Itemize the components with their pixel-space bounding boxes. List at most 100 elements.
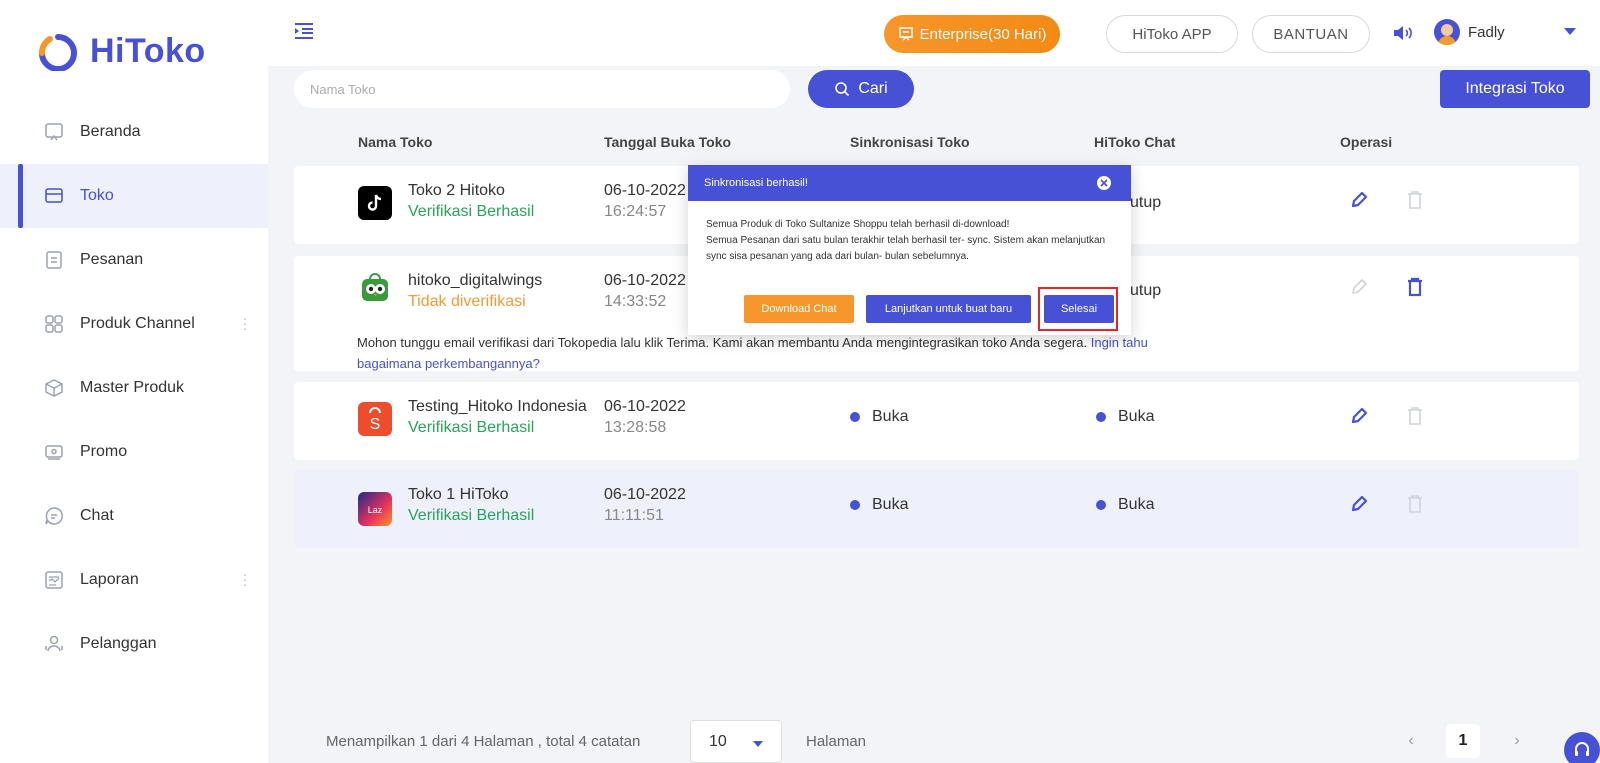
sidebar-item-master-produk[interactable]: Master Produk (0, 356, 268, 420)
verification-status: Verifikasi Berhasil (408, 203, 535, 220)
open-date: 06-10-2022 (604, 182, 686, 199)
store-name: Toko 1 HiToko (408, 486, 509, 503)
header-open-date: Tanggal Buka Toko (604, 134, 732, 150)
edit-icon[interactable] (1348, 189, 1370, 211)
delete-icon[interactable] (1404, 276, 1426, 298)
chat-label: Buka (1118, 496, 1155, 513)
sidebar-item-laporan[interactable]: Laporan ⋮ (0, 548, 268, 612)
topbar: Enterprise(30 Hari) HiToko APP BANTUAN F… (268, 0, 1600, 66)
hitoko-app-button[interactable]: HiToko APP (1106, 15, 1238, 53)
search-button[interactable]: Cari (808, 70, 914, 108)
tokopedia-logo-icon (358, 270, 392, 304)
lazada-logo-icon: Laz (358, 492, 392, 526)
chat-status: Buka (1096, 408, 1154, 426)
speaker-icon[interactable] (1392, 24, 1416, 42)
hitoko-logo[interactable]: HiToko (36, 32, 206, 71)
sync-label: Buka (872, 496, 909, 513)
page-size-select[interactable]: 10 (690, 720, 782, 763)
sidebar-item-label: Promo (80, 443, 128, 460)
page-number-button[interactable]: 1 (1446, 724, 1480, 758)
dialog-body: Semua Produk di Toko Sultanize Shoppu te… (688, 201, 1131, 265)
delete-icon (1404, 405, 1426, 427)
integrate-store-button[interactable]: Integrasi Toko (1440, 70, 1590, 108)
presentation-icon (898, 27, 913, 41)
logo-icon (38, 33, 77, 71)
sidebar-item-label: Pesanan (80, 251, 144, 268)
sidebar-item-beranda[interactable]: Beranda (0, 100, 268, 164)
open-time: 16:24:57 (604, 203, 667, 220)
edit-icon[interactable] (1348, 493, 1370, 515)
sidebar-item-label: Produk Channel (80, 315, 195, 332)
verification-note: Mohon tunggu email verifikasi dari Tokop… (357, 332, 1187, 374)
sidebar-nav: Beranda Toko Pesanan Produk Channel ⋮ Ma… (0, 100, 268, 676)
status-dot (850, 412, 860, 422)
enterprise-label: Enterprise(30 Hari) (919, 25, 1047, 43)
close-icon[interactable] (1097, 176, 1111, 190)
chevron-down-icon (753, 741, 763, 747)
page-label: Halaman (806, 733, 867, 750)
enterprise-button[interactable]: Enterprise(30 Hari) (884, 15, 1060, 53)
box-icon (44, 378, 64, 398)
sidebar-item-label: Toko (80, 187, 114, 204)
grid-icon (44, 314, 64, 334)
done-button-highlight (1038, 287, 1118, 331)
chevron-down-icon[interactable] (1564, 28, 1576, 35)
chat-icon (44, 506, 64, 526)
continue-create-button[interactable]: Lanjutkan untuk buat baru (866, 295, 1031, 323)
status-dot (1096, 500, 1106, 510)
support-headset-icon[interactable] (1564, 732, 1600, 763)
chat-status: utup (1130, 194, 1162, 211)
header-operations: Operasi (1340, 134, 1393, 150)
sidebar-item-toko[interactable]: Toko (0, 164, 268, 228)
open-date: 06-10-2022 (604, 486, 686, 503)
dialog-message-products: Semua Produk di Toko Sultanize Shoppu te… (706, 219, 1010, 230)
page-size-value: 10 (709, 732, 727, 750)
table-row: S Testing_Hitoko Indonesia Verifikasi Be… (294, 382, 1579, 460)
help-button[interactable]: BANTUAN (1252, 15, 1370, 53)
avatar (1434, 19, 1460, 45)
user-menu[interactable]: Fadly (1434, 19, 1505, 45)
sidebar-item-produk-channel[interactable]: Produk Channel ⋮ (0, 292, 268, 356)
download-chat-button[interactable]: Download Chat (744, 295, 854, 323)
open-date: 06-10-2022 (604, 272, 686, 289)
more-vertical-icon[interactable]: ⋮ (238, 572, 252, 589)
shopee-logo-icon: S (358, 402, 392, 436)
store-name: Toko 2 Hitoko (408, 182, 505, 199)
prev-page-button[interactable]: ‹ (1394, 724, 1428, 758)
sidebar-item-pelanggan[interactable]: Pelanggan (0, 612, 268, 676)
promo-icon (44, 442, 64, 462)
sidebar-item-chat[interactable]: Chat (0, 484, 268, 548)
store-icon (44, 186, 64, 206)
header-store-sync: Sinkronisasi Toko (850, 134, 970, 150)
dialog-message-orders: Semua Pesanan dari satu bulan terakhir t… (706, 235, 1106, 262)
search-input[interactable] (294, 70, 790, 108)
open-date: 06-10-2022 (604, 398, 686, 415)
pagination-summary: Menampilkan 1 dari 4 Halaman , total 4 c… (326, 733, 641, 750)
verification-status: Verifikasi Berhasil (408, 507, 535, 524)
edit-icon (1348, 276, 1370, 298)
customers-icon (44, 634, 64, 654)
home-icon (44, 122, 64, 142)
more-vertical-icon[interactable]: ⋮ (238, 316, 252, 333)
sidebar-item-promo[interactable]: Promo (0, 420, 268, 484)
search-button-label: Cari (858, 80, 888, 97)
open-time: 11:11:51 (604, 507, 664, 524)
sync-label: Buka (872, 408, 909, 425)
sidebar: HiToko Beranda Toko Pesanan Produk Chann… (0, 0, 268, 763)
chat-label: Buka (1118, 408, 1155, 425)
report-icon (44, 570, 64, 590)
sync-status: Buka (850, 408, 908, 426)
store-name: hitoko_digitalwings (408, 272, 543, 289)
next-page-button[interactable]: › (1500, 724, 1534, 758)
table-row: Laz Toko 1 HiToko Verifikasi Berhasil 06… (294, 470, 1579, 548)
logo-text: HiToko (90, 32, 206, 70)
sync-status: Buka (850, 496, 908, 514)
edit-icon[interactable] (1348, 405, 1370, 427)
sidebar-item-pesanan[interactable]: Pesanan (0, 228, 268, 292)
dialog-header: Sinkronisasi berhasil! (688, 165, 1131, 201)
menu-collapse-icon[interactable] (294, 22, 314, 40)
sidebar-item-label: Master Produk (80, 379, 185, 396)
status-dot (1096, 412, 1106, 422)
sidebar-item-label: Laporan (80, 571, 139, 588)
status-dot (850, 500, 860, 510)
